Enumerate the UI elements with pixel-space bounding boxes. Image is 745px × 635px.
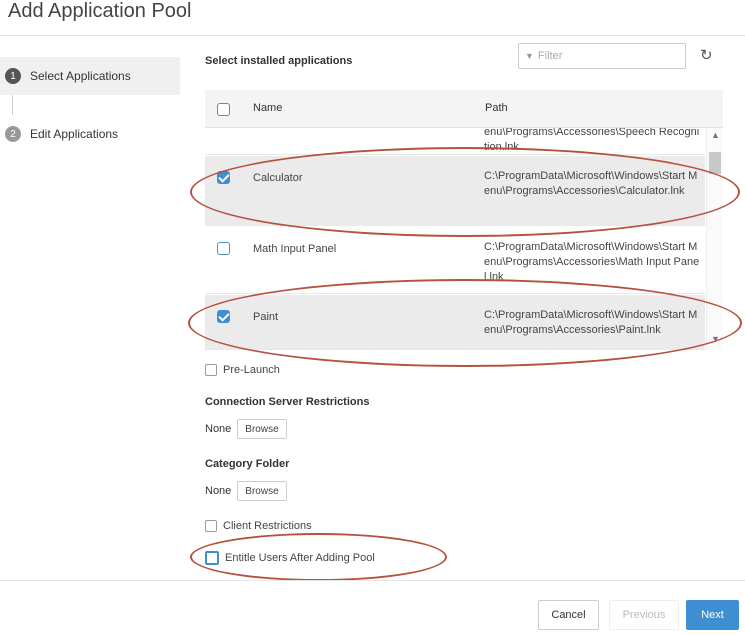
connection-server-label: Connection Server Restrictions xyxy=(205,396,370,408)
table-row[interactable]: Calculator C:\ProgramData\Microsoft\Wind… xyxy=(205,156,705,226)
step-select-applications[interactable]: 1 Select Applications xyxy=(0,57,180,95)
category-folder-value: None xyxy=(205,485,232,497)
step-label: Edit Applications xyxy=(30,127,119,141)
cancel-button[interactable]: Cancel xyxy=(538,600,599,630)
step-edit-applications[interactable]: 2 Edit Applications xyxy=(0,115,180,153)
select-all-checkbox[interactable] xyxy=(217,103,230,116)
row-path: C:\ProgramData\Microsoft\Windows\Start M… xyxy=(484,241,700,283)
connection-server-value: None xyxy=(205,423,232,435)
connection-server-row: None Browse xyxy=(205,419,287,439)
row-path: C:\ProgramData\Microsoft\Windows\Start M… xyxy=(484,309,698,336)
section-label: Select installed applications xyxy=(205,55,353,67)
entitle-users-label: Entitle Users After Adding Pool xyxy=(225,552,375,564)
dialog-title: Add Application Pool xyxy=(8,0,192,22)
column-name: Name xyxy=(253,102,283,114)
row-path: C:\ProgramData\Microsoft\Windows\Start M… xyxy=(484,128,700,153)
row-checkbox[interactable] xyxy=(217,171,230,184)
client-restrictions-label: Client Restrictions xyxy=(223,520,312,532)
row-name: Calculator xyxy=(253,172,303,184)
row-checkbox[interactable] xyxy=(217,242,230,255)
scroll-thumb[interactable] xyxy=(709,152,721,174)
wizard-sidebar: 1 Select Applications 2 Edit Application… xyxy=(0,36,180,580)
client-restrictions-option[interactable]: Client Restrictions xyxy=(205,520,312,532)
step-number: 1 xyxy=(5,68,21,84)
step-label: Select Applications xyxy=(30,69,131,83)
category-folder-label: Category Folder xyxy=(205,458,290,470)
row-checkbox[interactable] xyxy=(217,310,230,323)
previous-button[interactable]: Previous xyxy=(609,600,679,630)
filter-input[interactable]: ▼ Filter xyxy=(518,43,686,69)
filter-icon: ▼ xyxy=(525,51,534,61)
table-row[interactable]: C:\ProgramData\Microsoft\Windows\Start M… xyxy=(205,128,705,155)
chevron-up-icon[interactable]: ▲ xyxy=(711,130,720,140)
entitle-users-checkbox[interactable] xyxy=(205,551,219,565)
table-row[interactable]: Math Input Panel C:\ProgramData\Microsof… xyxy=(205,227,705,294)
table-header: Name Path xyxy=(205,90,723,128)
table-row[interactable]: Paint C:\ProgramData\Microsoft\Windows\S… xyxy=(205,295,705,350)
category-folder-row: None Browse xyxy=(205,481,287,501)
chevron-down-icon[interactable]: ▼ xyxy=(711,334,720,344)
row-name: Math Input Panel xyxy=(253,243,337,255)
connection-server-browse-button[interactable]: Browse xyxy=(237,419,287,439)
step-number: 2 xyxy=(5,126,21,142)
next-button[interactable]: Next xyxy=(686,600,739,630)
pre-launch-label: Pre-Launch xyxy=(223,364,280,376)
client-restrictions-checkbox[interactable] xyxy=(205,520,217,532)
column-path: Path xyxy=(485,102,508,114)
filter-placeholder: Filter xyxy=(537,50,563,62)
refresh-icon[interactable]: ↻ xyxy=(700,46,713,64)
row-path: C:\ProgramData\Microsoft\Windows\Start M… xyxy=(484,170,698,197)
pre-launch-checkbox[interactable] xyxy=(205,364,217,376)
pre-launch-option[interactable]: Pre-Launch xyxy=(205,364,280,376)
entitle-users-option[interactable]: Entitle Users After Adding Pool xyxy=(205,551,375,565)
row-name: Paint xyxy=(253,311,279,323)
application-list: C:\ProgramData\Microsoft\Windows\Start M… xyxy=(205,128,723,350)
list-scrollbar[interactable]: ▲ ▼ xyxy=(706,128,723,350)
category-folder-browse-button[interactable]: Browse xyxy=(237,481,287,501)
footer-divider xyxy=(0,580,745,581)
step-connector xyxy=(12,95,13,115)
